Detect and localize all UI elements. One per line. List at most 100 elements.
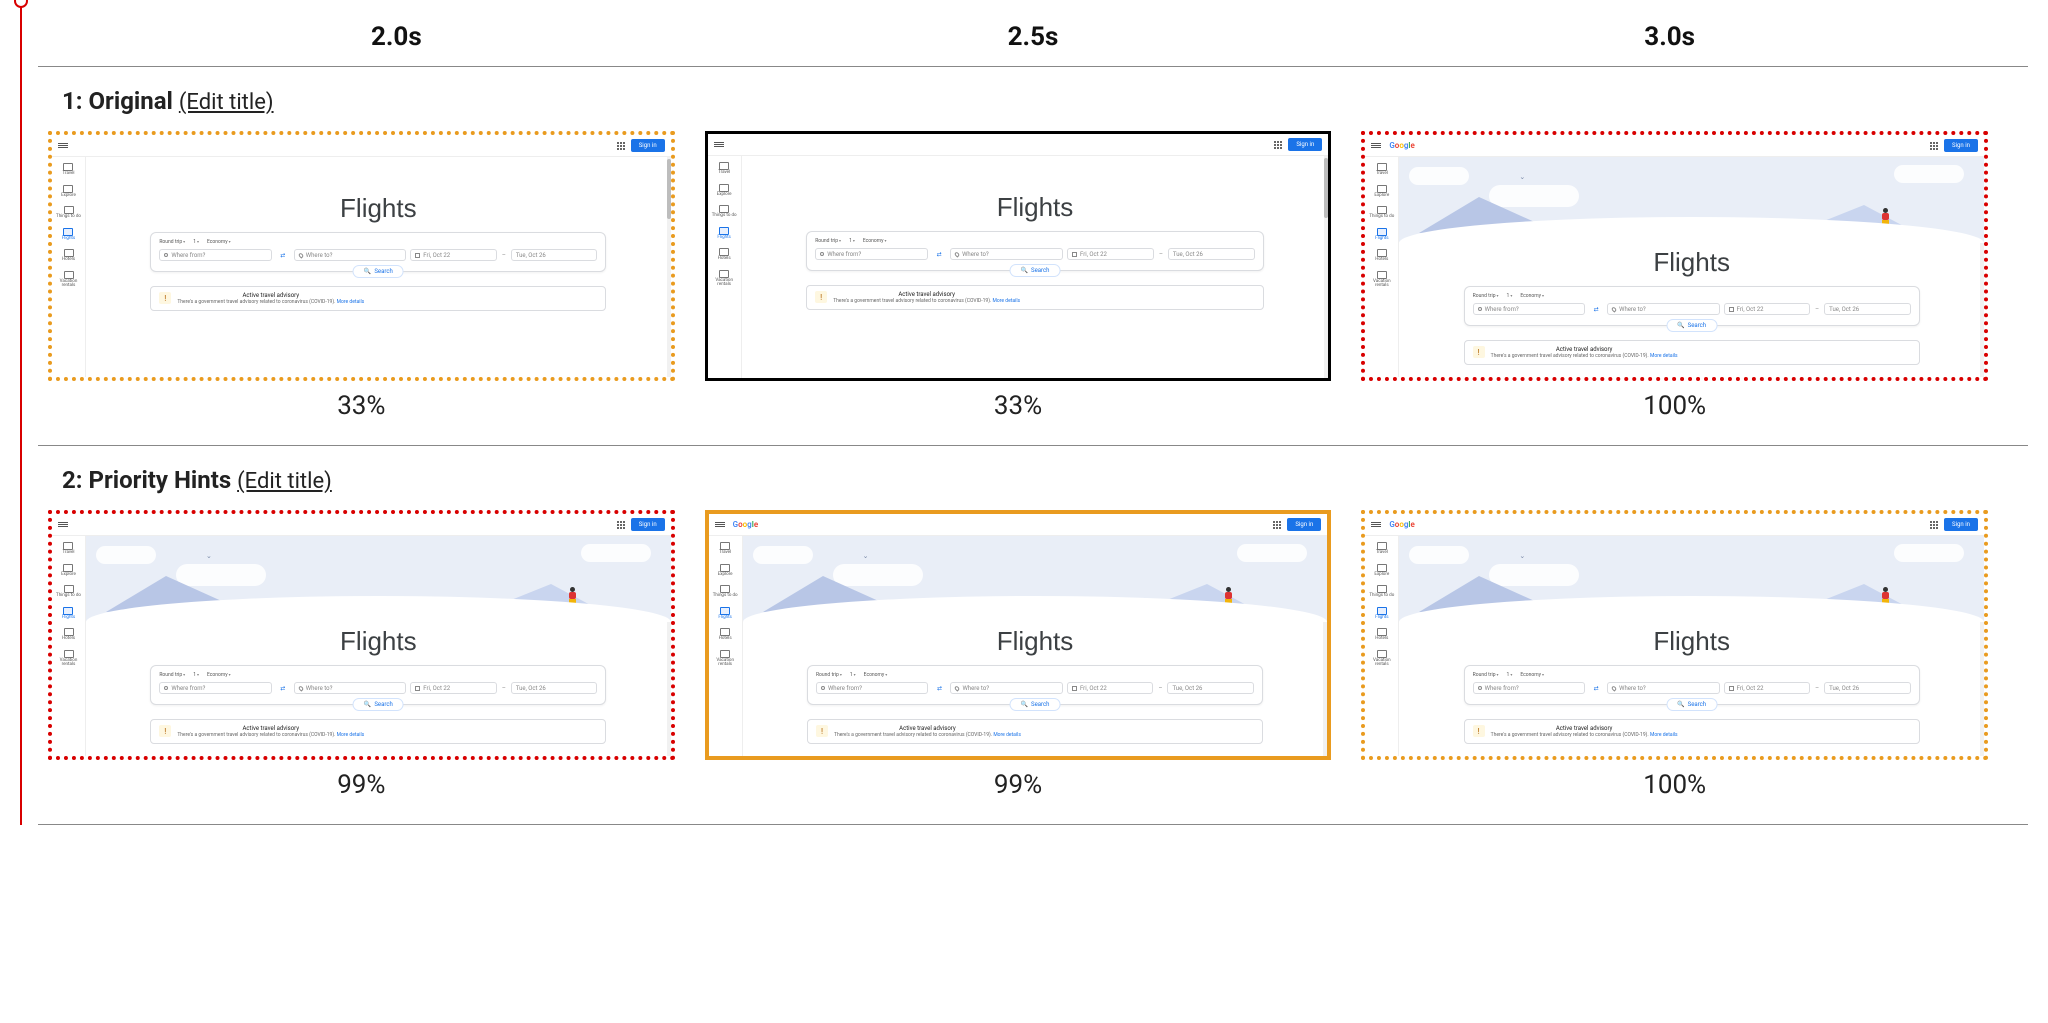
sidebar-item-hotels[interactable]: Hotels [62, 249, 75, 263]
trip-type-select[interactable]: Round trip [1473, 293, 1499, 299]
sidebar-item-explore[interactable]: Explore [718, 564, 733, 578]
scrollbar-thumb[interactable] [667, 159, 671, 219]
sidebar-item-flights[interactable]: Flights [62, 228, 75, 242]
origin-input[interactable]: Where from? [1473, 303, 1585, 315]
sidebar-item-vacation-rentals[interactable]: Vacation rentals [1367, 650, 1396, 668]
scrollbar[interactable] [667, 157, 671, 381]
return-date-input[interactable]: Tue, Oct 26 [1168, 248, 1255, 260]
sidebar-item-vacation-rentals[interactable]: Vacation rentals [1367, 271, 1396, 289]
hamburger-icon[interactable] [715, 522, 725, 527]
sidebar-item-hotels[interactable]: Hotels [718, 248, 731, 262]
cabin-class-select[interactable]: Economy [207, 672, 231, 678]
origin-input[interactable]: Where from? [1473, 682, 1585, 694]
swap-icon[interactable]: ⇄ [1589, 685, 1603, 692]
depart-date-input[interactable]: Fri, Oct 22 [1724, 303, 1811, 315]
passenger-select[interactable]: 1 [193, 672, 199, 678]
trip-type-select[interactable]: Round trip [816, 672, 842, 678]
passenger-select[interactable]: 1 [1507, 293, 1513, 299]
search-button[interactable]: 🔍Search [1010, 698, 1061, 711]
swap-icon[interactable]: ⇄ [1589, 306, 1603, 313]
apps-grid-icon[interactable] [1274, 141, 1282, 149]
screenshot-frame[interactable]: Google Sign in TravelExploreThings to do… [705, 131, 1332, 381]
advisory-more-link[interactable]: More details [1650, 353, 1678, 359]
hamburger-icon[interactable] [1371, 143, 1381, 148]
return-date-input[interactable]: Tue, Oct 26 [1824, 303, 1911, 315]
hamburger-icon[interactable] [1371, 522, 1381, 527]
apps-grid-icon[interactable] [1930, 142, 1938, 150]
swap-icon[interactable]: ⇄ [932, 685, 946, 692]
sidebar-item-things-to-do[interactable]: Things to do [713, 585, 738, 599]
sidebar-item-explore[interactable]: Explore [1374, 564, 1389, 578]
advisory-more-link[interactable]: More details [1650, 732, 1678, 738]
destination-input[interactable]: Where to? [950, 682, 1062, 694]
advisory-more-link[interactable]: More details [337, 732, 365, 738]
destination-input[interactable]: Where to? [294, 249, 406, 261]
depart-date-input[interactable]: Fri, Oct 22 [1067, 682, 1154, 694]
sidebar-item-explore[interactable]: Explore [61, 185, 76, 199]
trip-type-select[interactable]: Round trip [1473, 672, 1499, 678]
sign-in-button[interactable]: Sign in [631, 518, 665, 531]
passenger-select[interactable]: 1 [849, 238, 855, 244]
sign-in-button[interactable]: Sign in [1288, 138, 1322, 151]
destination-input[interactable]: Where to? [1607, 303, 1719, 315]
destination-input[interactable]: Where to? [1607, 682, 1719, 694]
sidebar-item-vacation-rentals[interactable]: Vacation rentals [54, 650, 83, 668]
apps-grid-icon[interactable] [617, 142, 625, 150]
sidebar-item-travel[interactable]: Travel [718, 162, 730, 176]
sidebar-item-travel[interactable]: Travel [1376, 163, 1388, 177]
sidebar-item-vacation-rentals[interactable]: Vacation rentals [710, 270, 739, 288]
passenger-select[interactable]: 1 [193, 239, 199, 245]
return-date-input[interactable]: Tue, Oct 26 [1167, 682, 1254, 694]
return-date-input[interactable]: Tue, Oct 26 [1824, 682, 1911, 694]
destination-input[interactable]: Where to? [950, 248, 1063, 260]
sidebar-item-explore[interactable]: Explore [61, 564, 76, 578]
depart-date-input[interactable]: Fri, Oct 22 [1067, 248, 1154, 260]
apps-grid-icon[interactable] [617, 521, 625, 529]
trip-type-select[interactable]: Round trip [159, 239, 185, 245]
scrollbar[interactable] [1324, 156, 1328, 381]
sidebar-item-flights[interactable]: Flights [1375, 228, 1388, 242]
sidebar-item-travel[interactable]: Travel [719, 542, 731, 556]
screenshot-frame[interactable]: Google Sign in TravelExploreThings to do… [48, 131, 675, 381]
screenshot-frame[interactable]: Google Sign in TravelExploreThings to do… [48, 510, 675, 760]
sidebar-item-hotels[interactable]: Hotels [719, 628, 732, 642]
depart-date-input[interactable]: Fri, Oct 22 [1724, 682, 1811, 694]
sign-in-button[interactable]: Sign in [1944, 139, 1978, 152]
sidebar-item-flights[interactable]: Flights [1375, 607, 1388, 621]
advisory-more-link[interactable]: More details [337, 299, 365, 305]
origin-input[interactable]: Where from? [159, 249, 271, 261]
return-date-input[interactable]: Tue, Oct 26 [511, 249, 598, 261]
cabin-class-select[interactable]: Economy [1520, 672, 1544, 678]
hamburger-icon[interactable] [58, 522, 68, 527]
cabin-class-select[interactable]: Economy [1520, 293, 1544, 299]
sidebar-item-things-to-do[interactable]: Things to do [1369, 206, 1394, 220]
trip-type-select[interactable]: Round trip [815, 238, 841, 244]
sign-in-button[interactable]: Sign in [631, 139, 665, 152]
swap-icon[interactable]: ⇄ [932, 251, 946, 258]
sidebar-item-flights[interactable]: Flights [718, 607, 731, 621]
sidebar-item-things-to-do[interactable]: Things to do [712, 205, 737, 219]
return-date-input[interactable]: Tue, Oct 26 [511, 682, 598, 694]
swap-icon[interactable]: ⇄ [276, 252, 290, 259]
search-button[interactable]: 🔍Search [353, 698, 404, 711]
advisory-more-link[interactable]: More details [993, 732, 1021, 738]
depart-date-input[interactable]: Fri, Oct 22 [410, 682, 497, 694]
sidebar-item-flights[interactable]: Flights [717, 227, 730, 241]
search-button[interactable]: 🔍Search [1666, 698, 1717, 711]
sign-in-button[interactable]: Sign in [1944, 518, 1978, 531]
sidebar-item-vacation-rentals[interactable]: Vacation rentals [711, 650, 740, 668]
cabin-class-select[interactable]: Economy [207, 239, 231, 245]
hamburger-icon[interactable] [58, 143, 68, 148]
search-button[interactable]: 🔍Search [1010, 264, 1061, 277]
apps-grid-icon[interactable] [1273, 521, 1281, 529]
search-button[interactable]: 🔍Search [353, 265, 404, 278]
sidebar-item-explore[interactable]: Explore [1374, 185, 1389, 199]
apps-grid-icon[interactable] [1930, 521, 1938, 529]
screenshot-frame[interactable]: Google Sign in TravelExploreThings to do… [1361, 510, 1988, 760]
passenger-select[interactable]: 1 [850, 672, 856, 678]
sidebar-item-things-to-do[interactable]: Things to do [1369, 585, 1394, 599]
cabin-class-select[interactable]: Economy [863, 238, 887, 244]
scrollbar-thumb[interactable] [1324, 158, 1328, 218]
origin-input[interactable]: Where from? [816, 682, 928, 694]
depart-date-input[interactable]: Fri, Oct 22 [410, 249, 497, 261]
